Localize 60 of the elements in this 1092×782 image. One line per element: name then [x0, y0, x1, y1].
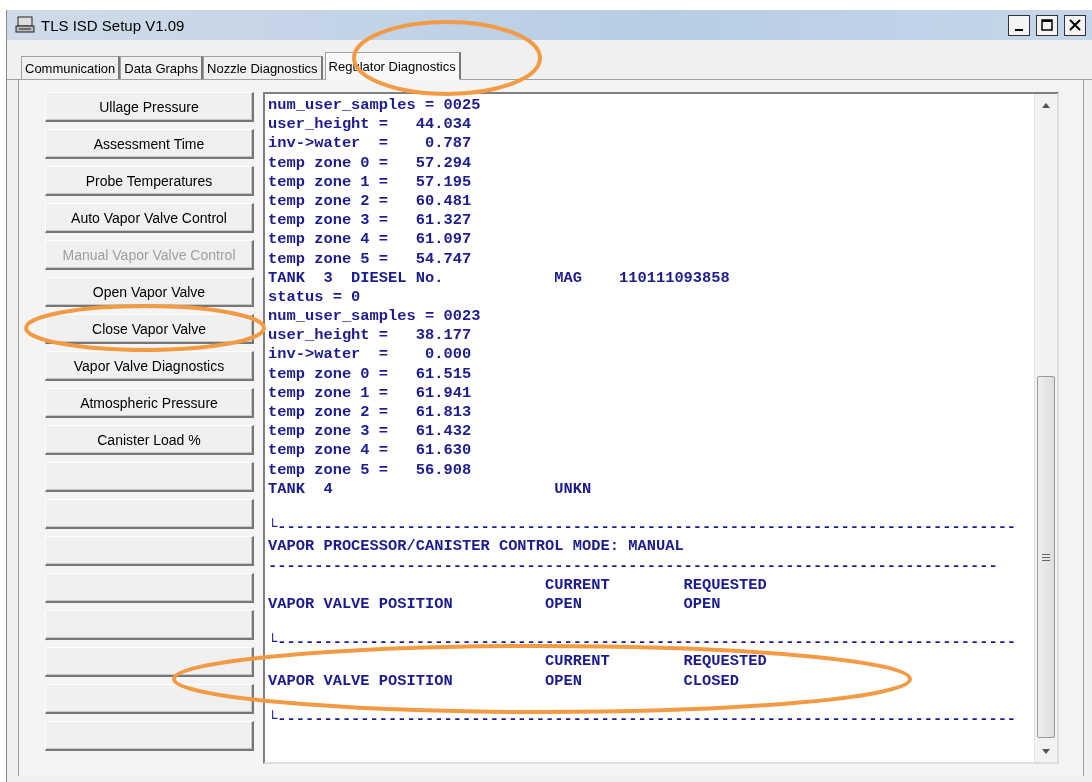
log-line: CURRENT REQUESTED: [544, 575, 767, 595]
log-line: └--------------------------------------------------------------------------------: [268, 633, 1017, 653]
log-line: num_user_samples = 0023: [268, 307, 481, 327]
log-line: temp zone 3 = 61.327: [268, 211, 472, 231]
log-line: temp zone 4 = 61.630: [268, 441, 472, 461]
command-button[interactable]: Probe Temperatures: [45, 166, 254, 196]
window-title: TLS ISD Setup V1.09: [41, 16, 186, 34]
close-button[interactable]: [1064, 14, 1086, 36]
empty-button[interactable]: [45, 462, 254, 492]
command-button[interactable]: Auto Vapor Valve Control: [45, 203, 254, 233]
log-line: temp zone 2 = 60.481: [268, 191, 472, 212]
log-line: VAPOR PROCESSOR/CANISTER CONTROL MODE: MANUAL: [268, 537, 684, 557]
log-line: status = 0: [268, 287, 361, 308]
command-button[interactable]: Atmospheric Pressure: [45, 388, 254, 418]
log-line: temp zone 0 = 57.294: [268, 153, 472, 173]
log-line: user_height = 38.177: [268, 326, 472, 346]
tab[interactable]: Data Graphs: [120, 56, 204, 79]
log-line: user_height = 44.034: [268, 115, 472, 135]
empty-button[interactable]: [45, 610, 254, 640]
command-button[interactable]: Close Vapor Valve: [45, 314, 254, 344]
minimize-button[interactable]: [1008, 14, 1030, 36]
log-line: TANK 3 DIESEL No. MAG 110111093858: [268, 268, 730, 288]
log-line: temp zone 2 = 61.813: [268, 403, 472, 423]
log-line: temp zone 5 = 56.908: [268, 460, 472, 480]
maximize-icon: [1041, 19, 1053, 31]
log-line: temp zone 4 = 61.097: [268, 230, 472, 250]
log-line: -------------------------------------------------------------------------------: [268, 556, 998, 576]
log-line: CURRENT REQUESTED: [544, 652, 767, 672]
command-button[interactable]: Assessment Time: [45, 129, 254, 159]
log-line: temp zone 1 = 57.195: [268, 172, 472, 192]
computer-icon: [15, 16, 35, 34]
log-line: └--------------------------------------------------------------------------------: [268, 518, 1017, 538]
empty-button[interactable]: [45, 573, 254, 603]
log-line: num_user_samples = 0025: [268, 96, 481, 116]
log-line: temp zone 0 = 61.515: [268, 364, 472, 384]
vertical-scrollbar[interactable]: [1034, 94, 1057, 762]
scroll-thumb[interactable]: [1037, 376, 1055, 738]
tab[interactable]: Nozzle Diagnostics: [203, 56, 323, 79]
log-line: TANK 4 UNKN: [268, 479, 592, 499]
command-button[interactable]: Canister Load %: [45, 425, 254, 455]
command-button[interactable]: Vapor Valve Diagnostics: [45, 351, 254, 381]
tab[interactable]: Communication: [21, 56, 121, 79]
log-line: temp zone 5 = 54.747: [268, 249, 472, 269]
minimize-icon: [1014, 29, 1024, 31]
log-line: └--------------------------------------------------------------------------------: [268, 710, 1017, 730]
empty-button[interactable]: [45, 499, 254, 529]
close-icon: [1069, 19, 1081, 31]
log-line: temp zone 1 = 61.941: [268, 383, 472, 403]
log-line: VAPOR VALVE POSITION OPEN CLOSED: [268, 671, 740, 691]
log-line: VAPOR VALVE POSITION OPEN OPEN: [268, 594, 721, 615]
command-button[interactable]: Open Vapor Valve: [45, 277, 254, 307]
maximize-button[interactable]: [1036, 14, 1058, 36]
log-line: inv->water = 0.000: [268, 345, 472, 365]
empty-button[interactable]: [45, 721, 254, 751]
log-line: inv->water = 0.787: [268, 134, 472, 154]
log-line: temp zone 3 = 61.432: [268, 422, 472, 442]
command-button[interactable]: Ullage Pressure: [45, 92, 254, 122]
empty-button[interactable]: [45, 647, 254, 677]
empty-button[interactable]: [45, 536, 254, 566]
empty-button[interactable]: [45, 684, 254, 714]
